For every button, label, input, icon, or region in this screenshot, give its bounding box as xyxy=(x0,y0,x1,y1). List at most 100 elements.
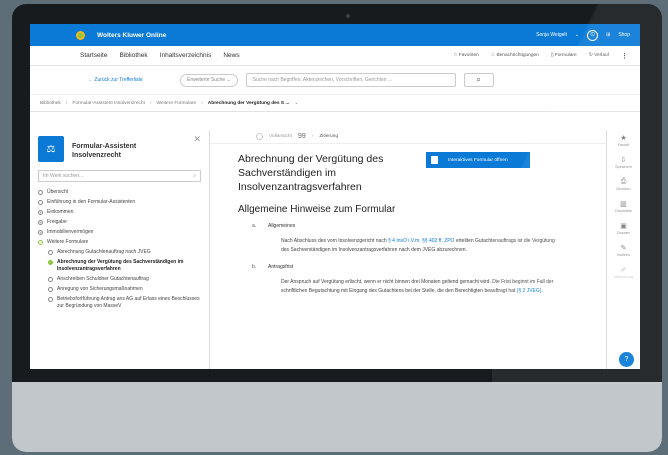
back-to-results-link[interactable]: ← Zurück zur Trefferliste xyxy=(88,77,172,83)
history-icon: ↻ xyxy=(588,53,593,58)
rail-druckliste[interactable]: ▥ Druckliste xyxy=(615,200,632,213)
breadcrumb-current[interactable]: Abrechnung der Vergütung des S ... xyxy=(208,101,290,106)
cart-icon[interactable]: ⊞ xyxy=(606,32,610,38)
breadcrumb-item[interactable]: Weitere Formulare xyxy=(157,101,197,106)
rail-label: Dossier xyxy=(617,231,630,235)
toc-subitem[interactable]: Betriebsfortführung Antrag ans AG auf Er… xyxy=(38,296,201,310)
chat-icon[interactable]: ? xyxy=(619,352,634,367)
cite-label[interactable]: Zitierung xyxy=(319,134,338,139)
law-link[interactable]: § 4 InsO i.V.m. §§ 402 ff. ZPO xyxy=(388,238,454,244)
rail-dossier[interactable]: ▣ Dossier xyxy=(617,222,630,235)
highlighter-icon: ✐ xyxy=(620,267,627,274)
document-toolbar: Vollansicht 99 › Zitierung xyxy=(210,130,606,144)
verlauf-link[interactable]: ↻ Verlauf xyxy=(589,53,609,58)
chevron-right-icon: › xyxy=(201,100,203,106)
search-button[interactable]: ⌕ xyxy=(463,73,494,87)
chevron-down-icon[interactable]: ⌄ xyxy=(575,32,579,38)
toc-label: Weitere Formulare xyxy=(47,239,89,245)
avatar-icon[interactable]: ⊙ xyxy=(587,29,599,41)
circle-icon xyxy=(48,297,53,302)
back-label: Zurück zur Trefferliste xyxy=(94,77,143,83)
rail-notizen[interactable]: ✎ Notizen xyxy=(617,244,630,257)
advanced-search-button[interactable]: Erweiterte Suche ⌄ xyxy=(180,73,238,87)
rail-favorit[interactable]: ★ Favorit xyxy=(618,134,630,147)
more-menu-icon[interactable]: ⋮ xyxy=(621,52,628,60)
search-input[interactable]: Suche nach Begriffen, Aktenzeichen, Vors… xyxy=(245,73,456,87)
benachrichtigungen-link[interactable]: ♤ Benachrichtigungen xyxy=(491,53,539,58)
search-row: ← Zurück zur Trefferliste Erweiterte Suc… xyxy=(30,66,640,94)
rail-speichern[interactable]: ⇩ Speichern xyxy=(615,156,632,169)
rail-label: Favorit xyxy=(617,143,630,147)
toc-item[interactable]: + Einkommen xyxy=(38,209,201,216)
toc-item[interactable]: Übersicht xyxy=(38,189,201,196)
shop-link[interactable]: Shop xyxy=(618,32,630,38)
circle-icon xyxy=(48,287,53,292)
plus-icon[interactable]: + xyxy=(38,230,43,235)
view-label[interactable]: Vollansicht xyxy=(269,134,292,139)
law-link[interactable]: (§ 2 JVEG) xyxy=(517,288,542,294)
section-heading: Allgemeine Hinweise zum Formular xyxy=(238,204,396,215)
form-icon xyxy=(431,156,438,164)
formulare-label: Formulare xyxy=(554,53,577,58)
monitor-chin xyxy=(12,382,662,452)
subsection-number: a. xyxy=(252,223,257,229)
toc-item[interactable]: Einführung in den Formular-Assistenten xyxy=(38,199,201,206)
cite-icon[interactable]: 99 xyxy=(298,133,306,140)
toc-subitem[interactable]: Anregung von Sicherungsmaßnahmen xyxy=(38,286,201,293)
document-pane: Vollansicht 99 › Zitierung Abrechnung de… xyxy=(210,130,606,369)
toc-subitem-active[interactable]: Abrechnung der Vergütung des Sachverstän… xyxy=(38,259,201,273)
view-toggle-icon[interactable] xyxy=(256,133,263,140)
favoriten-label: Favoriten xyxy=(458,53,479,58)
user-area: Sonja Weigelt ⌄ ⊙ ⊞ Shop xyxy=(536,29,630,41)
sidebar-title-line1: Formular-Assistent xyxy=(72,143,137,150)
subsection-title: Allgemeines xyxy=(268,223,296,229)
toc-label: Anregung von Sicherungsmaßnahmen xyxy=(57,286,143,292)
rail-markierung[interactable]: ✐ Markierung xyxy=(614,266,633,279)
toc-tree: Übersicht Einführung in den Formular-Ass… xyxy=(38,189,201,310)
breadcrumb-item[interactable]: Bibliothek xyxy=(40,101,61,106)
brand-logo-icon[interactable] xyxy=(76,30,85,40)
circle-icon xyxy=(38,190,43,195)
toc-label: Betriebsfortführung Antrag ans AG auf Er… xyxy=(57,296,200,309)
plus-icon[interactable]: + xyxy=(38,220,43,225)
sidebar-search-input[interactable]: Im Werk suchen... ⌕ xyxy=(38,170,201,182)
print-icon: ⎙ xyxy=(620,178,627,185)
rail-drucken[interactable]: ⎙ Drucken xyxy=(616,178,630,191)
close-icon[interactable]: ✕ xyxy=(193,134,201,145)
user-name[interactable]: Sonja Weigelt xyxy=(536,32,567,38)
nav-inhaltsverzeichnis[interactable]: Inhaltsverzeichnis xyxy=(160,52,212,59)
toc-item[interactable]: + Immobilienvermögen xyxy=(38,229,201,236)
star-icon: ☆ xyxy=(453,53,458,58)
document-icon: ▯ xyxy=(550,53,554,58)
nav-startseite[interactable]: Startseite xyxy=(80,52,107,59)
rail-label: Drucken xyxy=(616,187,631,191)
toc-label: Einführung in den Formular-Assistenten xyxy=(47,199,136,205)
sidebar-title: Formular-Assistent Insolvenzrecht xyxy=(72,142,136,160)
circle-icon xyxy=(38,200,43,205)
note-icon: ✎ xyxy=(620,245,627,252)
form-button-label: Interaktives Formular öffnen xyxy=(448,157,508,163)
toc-subitem[interactable]: Abrechnung Gutachtenauftrag nach JVEG xyxy=(38,249,201,256)
nav-news[interactable]: News xyxy=(223,52,239,59)
formulare-link[interactable]: ▯ Formulare xyxy=(551,53,577,58)
chevron-down-icon[interactable]: ⌄ xyxy=(294,101,298,106)
star-icon: ★ xyxy=(620,135,627,142)
breadcrumb-item[interactable]: Formular-Assistent Insolvenzrecht xyxy=(72,101,145,106)
interactive-form-button[interactable]: Interaktives Formular öffnen xyxy=(426,152,530,168)
toc-label: Übersicht xyxy=(47,189,69,195)
paragraph-text: . xyxy=(541,288,543,294)
nav-bibliothek[interactable]: Bibliothek xyxy=(119,52,147,59)
content-area: ✕ ⚖ Formular-Assistent Insolvenzrecht Im… xyxy=(30,130,640,369)
sidebar: ✕ ⚖ Formular-Assistent Insolvenzrecht Im… xyxy=(30,130,210,369)
brand-name[interactable]: Wolters Kluwer Online xyxy=(97,32,536,39)
search-icon[interactable]: ⌕ xyxy=(193,173,196,179)
chevron-right-icon: › xyxy=(149,100,152,106)
toc-item[interactable]: − Weitere Formulare xyxy=(38,239,201,246)
print-list-icon: ▥ xyxy=(620,201,627,208)
toc-subitem[interactable]: Anschreiben Schuldner Gutachtenauftrag xyxy=(38,276,201,283)
dossier-icon: ▣ xyxy=(620,223,627,230)
toc-item[interactable]: + Freigabe xyxy=(38,219,201,226)
favoriten-link[interactable]: ☆ Favoriten xyxy=(453,53,479,58)
plus-icon[interactable]: + xyxy=(38,210,43,215)
minus-icon[interactable]: − xyxy=(38,240,43,245)
